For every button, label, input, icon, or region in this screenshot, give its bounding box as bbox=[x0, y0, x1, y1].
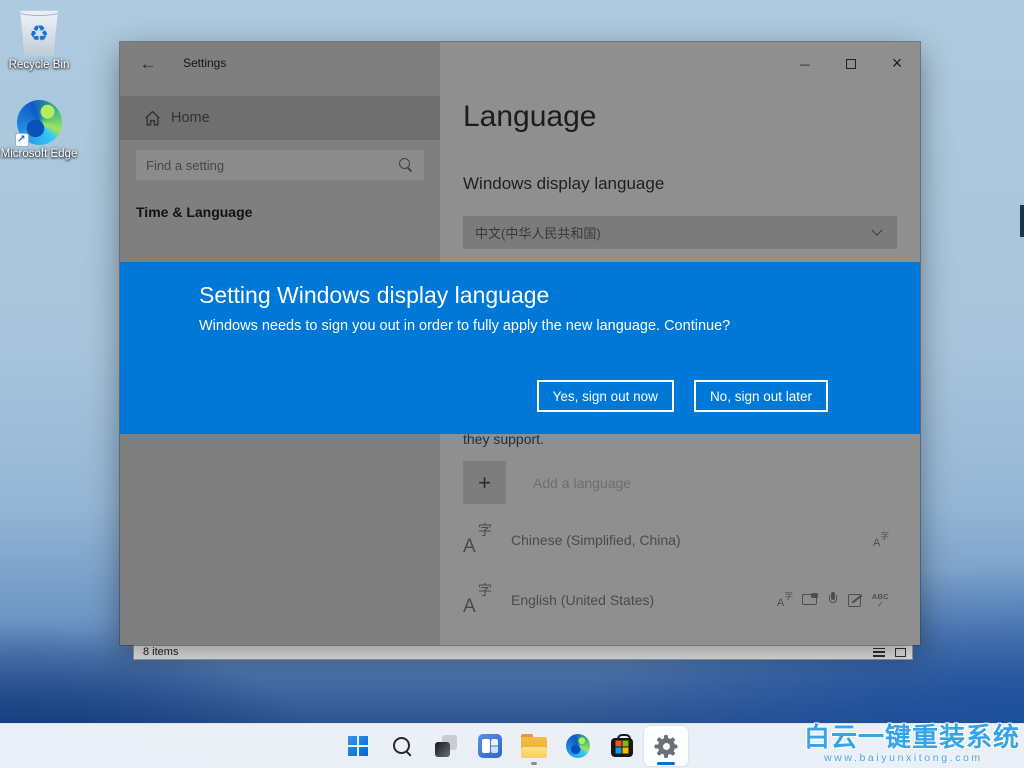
language-row-english[interactable]: 字 A English (United States) 字 A ABC ✓ bbox=[463, 578, 897, 622]
recycle-bin-label: Recycle Bin bbox=[0, 59, 78, 72]
home-label: Home bbox=[171, 110, 210, 126]
widgets-icon bbox=[478, 734, 502, 758]
display-language-value: 中文(中华人民共和国) bbox=[463, 223, 873, 242]
language-icon: 字 A bbox=[463, 522, 492, 558]
taskbar: ENG 17:54 星期三 2021/6/16 2 bbox=[0, 723, 1024, 768]
add-language-label: Add a language bbox=[533, 475, 631, 491]
active-indicator bbox=[657, 762, 675, 765]
details-view-icon[interactable] bbox=[873, 648, 885, 657]
running-indicator bbox=[531, 762, 537, 765]
language-name: Chinese (Simplified, China) bbox=[511, 532, 873, 548]
yes-sign-out-now-button[interactable]: Yes, sign out now bbox=[537, 380, 674, 412]
handwriting-icon bbox=[848, 593, 863, 607]
window-title: Settings bbox=[183, 56, 226, 70]
microphone-icon bbox=[827, 592, 839, 608]
sidebar-item-home[interactable]: Home bbox=[120, 96, 440, 140]
plus-icon: + bbox=[463, 461, 506, 504]
dialog-message: Windows needs to sign you out in order t… bbox=[199, 318, 730, 334]
no-sign-out-later-button[interactable]: No, sign out later bbox=[694, 380, 828, 412]
language-icon: 字 A bbox=[463, 582, 492, 618]
folder-icon bbox=[521, 737, 547, 758]
language-row-chinese[interactable]: 字 A Chinese (Simplified, China) 字 A bbox=[463, 518, 897, 562]
dialog-title: Setting Windows display language bbox=[199, 282, 549, 309]
chevron-down-icon bbox=[871, 224, 882, 235]
page-title: Language bbox=[463, 100, 596, 134]
store-icon bbox=[610, 734, 634, 758]
settings-search-box bbox=[136, 150, 424, 180]
search-icon bbox=[398, 157, 414, 173]
thumbnail-view-icon[interactable] bbox=[895, 648, 906, 657]
home-icon bbox=[144, 110, 161, 127]
windows-logo-icon bbox=[348, 736, 368, 756]
shortcut-arrow-icon: ↗ bbox=[15, 133, 29, 147]
desktop: ♻ Recycle Bin ↗ Microsoft Edge 8 items ←… bbox=[0, 0, 1024, 768]
edge-icon bbox=[566, 734, 590, 758]
task-view-icon bbox=[434, 734, 458, 758]
text-to-speech-icon bbox=[802, 593, 818, 607]
display-language-capable-icon: 字 A bbox=[777, 591, 793, 609]
settings-taskbar-button[interactable] bbox=[644, 726, 688, 766]
sign-out-dialog: Setting Windows display language Windows… bbox=[120, 262, 920, 434]
gear-icon bbox=[655, 735, 678, 758]
display-language-heading: Windows display language bbox=[463, 174, 664, 194]
search-input[interactable] bbox=[136, 150, 398, 180]
language-name: English (United States) bbox=[511, 592, 777, 608]
back-button[interactable]: ← bbox=[136, 52, 160, 76]
start-button[interactable] bbox=[336, 726, 380, 766]
task-view-button[interactable] bbox=[424, 726, 468, 766]
display-language-dropdown[interactable]: 中文(中华人民共和国) bbox=[463, 216, 897, 249]
recycle-bin-icon: ♻ bbox=[17, 8, 61, 56]
microsoft-store-button[interactable] bbox=[600, 726, 644, 766]
display-language-capable-icon: 字 A bbox=[873, 531, 889, 549]
edge-taskbar-button[interactable] bbox=[556, 726, 600, 766]
edge-label: Microsoft Edge bbox=[0, 148, 78, 161]
search-icon bbox=[391, 735, 413, 757]
widgets-button[interactable] bbox=[468, 726, 512, 766]
taskbar-search-button[interactable] bbox=[380, 726, 424, 766]
file-explorer-button[interactable] bbox=[512, 726, 556, 766]
add-language-button[interactable]: + Add a language bbox=[463, 461, 897, 504]
recycle-symbol-icon: ♻ bbox=[29, 23, 49, 45]
explorer-status-bar: 8 items bbox=[133, 645, 913, 660]
recycle-bin-desktop-icon[interactable]: ♻ Recycle Bin bbox=[0, 8, 78, 72]
items-count-text: 8 items bbox=[143, 646, 873, 658]
sidebar-section-time-language[interactable]: Time & Language bbox=[136, 204, 252, 220]
basic-typing-icon: ABC ✓ bbox=[872, 592, 889, 608]
offscreen-window-edge bbox=[1020, 205, 1024, 237]
settings-window: ← Settings — × Home Time & Language Lang… bbox=[120, 42, 920, 645]
edge-desktop-icon[interactable]: ↗ Microsoft Edge bbox=[0, 100, 78, 161]
edge-icon: ↗ bbox=[17, 100, 62, 145]
